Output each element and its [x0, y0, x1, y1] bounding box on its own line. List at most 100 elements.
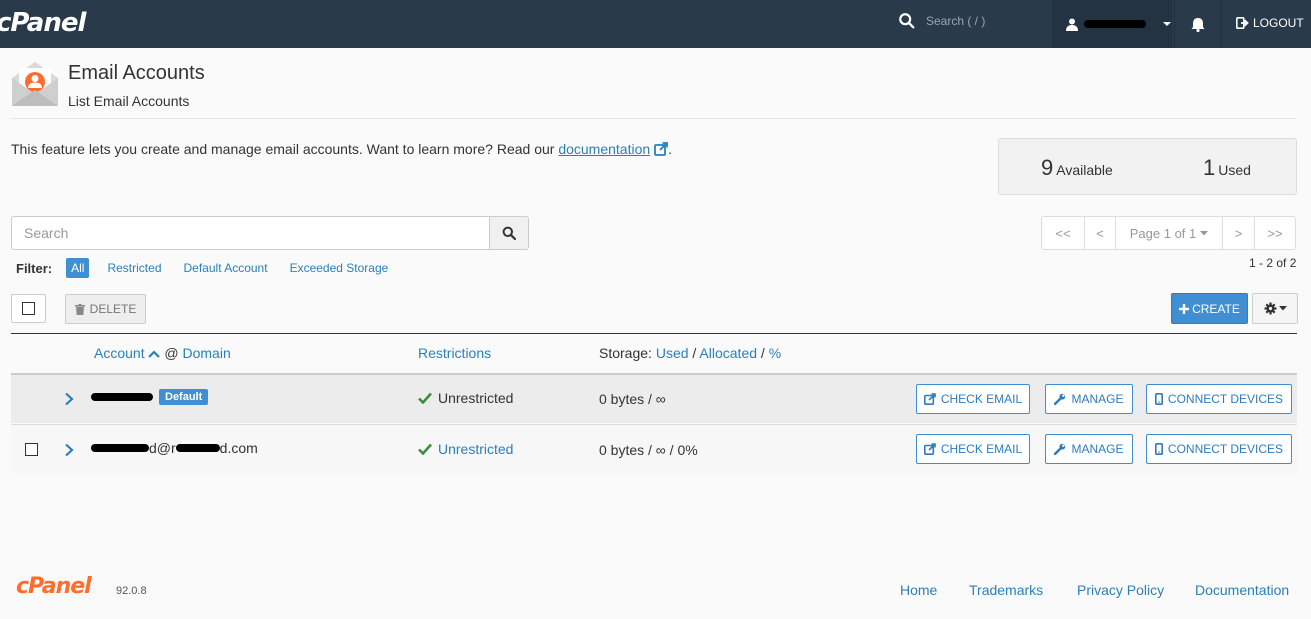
sort-percent-link[interactable]: %: [769, 345, 781, 361]
check-email-button[interactable]: CHECK EMAIL: [916, 434, 1030, 464]
top-navbar: cPanel Search ( / ) LOGOUT: [0, 0, 1311, 48]
table-row: d@r d.com Unrestricted 0 bytes / ∞ / 0% …: [11, 424, 1297, 474]
separator: /: [760, 345, 765, 361]
check-email-label: CHECK EMAIL: [940, 442, 1023, 456]
external-link-icon: [923, 443, 936, 455]
row-checkbox[interactable]: [25, 443, 38, 456]
column-account: Account @ Domain: [94, 345, 231, 361]
sort-allocated-link[interactable]: Allocated: [699, 345, 757, 361]
sort-domain-link[interactable]: Domain: [182, 345, 230, 361]
manage-button[interactable]: MANAGE: [1045, 384, 1133, 414]
check-email-button[interactable]: CHECK EMAIL: [916, 384, 1030, 414]
filter-exceeded-storage[interactable]: Exceeded Storage: [290, 261, 389, 275]
last-page-button[interactable]: >>: [1254, 216, 1296, 250]
prev-page-button[interactable]: <: [1084, 216, 1116, 250]
used-count: 1: [1203, 155, 1216, 180]
delete-button[interactable]: DELETE: [65, 294, 146, 324]
sort-restrictions-link[interactable]: Restrictions: [418, 345, 491, 361]
select-all-checkbox[interactable]: [11, 294, 46, 323]
manage-label: MANAGE: [1071, 392, 1124, 406]
delete-label: DELETE: [89, 302, 137, 316]
at-sign: @: [164, 345, 179, 361]
available-stat: 9 Available: [1041, 155, 1113, 181]
account-search-input[interactable]: [11, 216, 490, 250]
storage-label: Storage:: [599, 345, 652, 361]
intro-body: This feature lets you create and manage …: [11, 141, 559, 157]
page-select[interactable]: Page 1 of 1: [1115, 216, 1223, 250]
caret-down-icon: [1200, 230, 1209, 235]
caret-down-icon: [1163, 22, 1171, 26]
footer-link-documentation[interactable]: Documentation: [1195, 582, 1289, 598]
table-row: Default Unrestricted 0 bytes / ∞ CHECK E…: [11, 373, 1297, 423]
mobile-icon: [1154, 393, 1163, 405]
used-label: Used: [1218, 162, 1251, 178]
filter-default-account[interactable]: Default Account: [184, 261, 268, 275]
filter-bar: Filter: All Restricted Default Account E…: [16, 258, 410, 278]
check-icon: [418, 392, 432, 404]
account-cell: Default: [91, 389, 209, 405]
plus-icon: [1179, 303, 1190, 314]
user-menu[interactable]: [1052, 0, 1172, 48]
first-page-button[interactable]: <<: [1041, 216, 1085, 250]
sort-up-icon[interactable]: [148, 350, 161, 358]
global-search-placeholder: Search ( / ): [926, 14, 986, 28]
footer-cpanel-logo[interactable]: cPanel: [16, 574, 92, 599]
gear-icon: [1264, 302, 1276, 315]
filter-restricted[interactable]: Restricted: [107, 261, 161, 275]
sort-account-link[interactable]: Account: [94, 345, 145, 361]
filter-label: Filter:: [16, 260, 53, 276]
results-range: 1 - 2 of 2: [1249, 256, 1297, 270]
separator: /: [692, 345, 697, 361]
intro-end: .: [668, 141, 672, 157]
storage-cell: 0 bytes / ∞ / 0%: [599, 442, 698, 458]
manage-label: MANAGE: [1071, 442, 1124, 456]
next-page-button[interactable]: >: [1222, 216, 1255, 250]
redacted-domain: [175, 444, 220, 452]
connect-devices-label: CONNECT DEVICES: [1167, 392, 1284, 406]
account-domain-suffix: d.com: [219, 440, 258, 456]
sort-used-link[interactable]: Used: [656, 345, 689, 361]
documentation-link[interactable]: documentation: [558, 141, 650, 157]
create-label: CREATE: [1192, 301, 1240, 316]
trash-icon: [74, 303, 85, 315]
redacted-account: [91, 444, 149, 452]
create-button[interactable]: CREATE: [1171, 293, 1248, 324]
manage-button[interactable]: MANAGE: [1045, 434, 1133, 464]
pagination: << < Page 1 of 1 > >>: [1041, 216, 1296, 250]
default-badge: Default: [159, 389, 209, 405]
external-link-icon[interactable]: [654, 142, 668, 156]
redacted-username: [1084, 20, 1146, 28]
settings-dropdown-button[interactable]: [1252, 293, 1298, 324]
account-fragment: d@r: [149, 440, 176, 456]
global-search[interactable]: Search ( / ): [898, 12, 985, 30]
connect-devices-button[interactable]: CONNECT DEVICES: [1146, 384, 1292, 414]
chevron-right-icon[interactable]: [64, 392, 74, 406]
wrench-icon: [1054, 393, 1066, 405]
cpanel-logo[interactable]: cPanel: [0, 8, 86, 38]
logout-icon: [1236, 17, 1249, 29]
footer-link-home[interactable]: Home: [900, 582, 937, 598]
page-subtitle: List Email Accounts: [68, 93, 190, 109]
intro-text: This feature lets you create and manage …: [11, 141, 672, 157]
account-search-button[interactable]: [489, 216, 529, 250]
external-link-icon: [923, 393, 936, 405]
chevron-right-icon[interactable]: [64, 443, 74, 457]
footer-link-privacy-policy[interactable]: Privacy Policy: [1077, 582, 1164, 598]
storage-cell: 0 bytes / ∞: [599, 391, 666, 407]
restriction-status-link[interactable]: Unrestricted: [438, 441, 513, 457]
notifications-button[interactable]: [1174, 0, 1222, 48]
column-restrictions: Restrictions: [418, 345, 491, 361]
connect-devices-button[interactable]: CONNECT DEVICES: [1146, 434, 1292, 464]
wrench-icon: [1054, 443, 1066, 455]
restriction-cell: Unrestricted: [418, 390, 513, 406]
mobile-icon: [1154, 443, 1163, 455]
footer-link-trademarks[interactable]: Trademarks: [969, 582, 1043, 598]
used-stat: 1 Used: [1203, 155, 1251, 181]
logout-label: LOGOUT: [1253, 16, 1304, 30]
logout-button[interactable]: LOGOUT: [1236, 16, 1304, 30]
account-stats: 9 Available 1 Used: [998, 138, 1297, 195]
column-storage: Storage: Used / Allocated / %: [599, 345, 781, 361]
filter-all[interactable]: All: [66, 258, 90, 278]
page-select-value: Page 1 of 1: [1129, 225, 1197, 241]
table-header-line: [11, 333, 1297, 334]
